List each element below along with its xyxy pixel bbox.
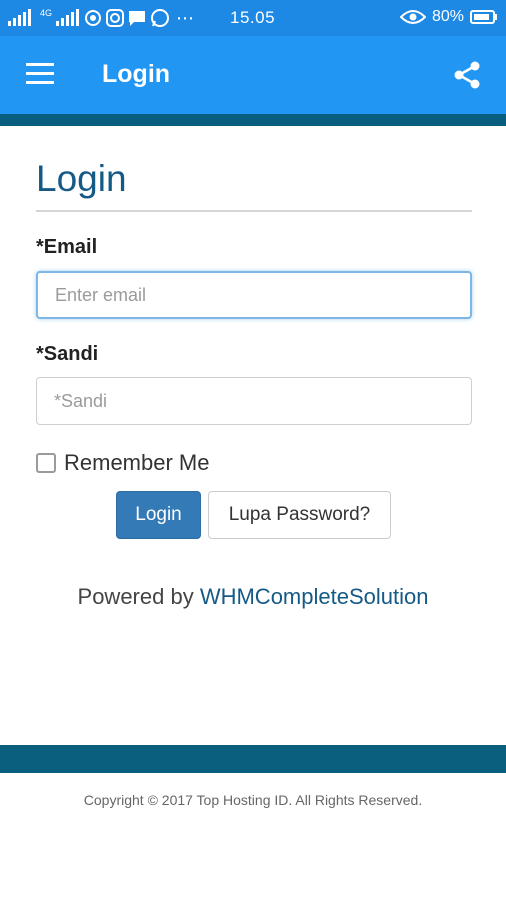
hotspot-icon [85,10,102,26]
network-type: 4G [40,8,53,18]
signal-icon [8,9,31,26]
hamburger-menu-icon[interactable] [26,63,54,85]
title-divider [36,210,472,212]
app-bar-title: Login [102,60,171,88]
email-field[interactable] [36,271,472,319]
app-bar: Login [0,36,506,114]
status-icons-right: 80% [399,8,498,26]
powered-by-prefix: Powered by [77,584,194,609]
remember-me-row[interactable]: Remember Me [36,450,209,476]
whatsapp-icon [151,9,170,27]
more-dots-icon: ⋯ [176,7,195,28]
password-label: *Sandi [36,343,99,365]
battery-percent: 80% [431,8,464,25]
copyright-text: Copyright © 2017 Top Hosting ID. All Rig… [83,792,423,808]
status-time: 15.05 [230,8,276,27]
share-icon[interactable] [452,60,482,90]
remember-me-checkbox[interactable] [36,453,56,473]
page-title: Login [36,158,127,199]
forgot-password-button[interactable]: Lupa Password? [208,491,391,539]
status-bar: 4G ⋯ 15.05 80% [0,0,506,36]
status-icons-left: 4G ⋯ [8,8,194,29]
header-stripe [0,114,506,126]
signal-4g-icon [56,9,80,26]
footer-bar [0,745,506,773]
eye-icon [399,10,426,24]
email-label: *Email [36,236,98,258]
battery-icon [470,10,497,24]
instagram-icon [106,9,125,27]
password-field[interactable] [36,377,472,425]
message-icon [129,11,146,26]
login-button[interactable]: Login [116,491,201,539]
powered-by: Powered by WHMCompleteSolution [0,584,506,610]
powered-by-link[interactable]: WHMCompleteSolution [200,584,429,609]
remember-me-label[interactable]: Remember Me [64,450,209,476]
